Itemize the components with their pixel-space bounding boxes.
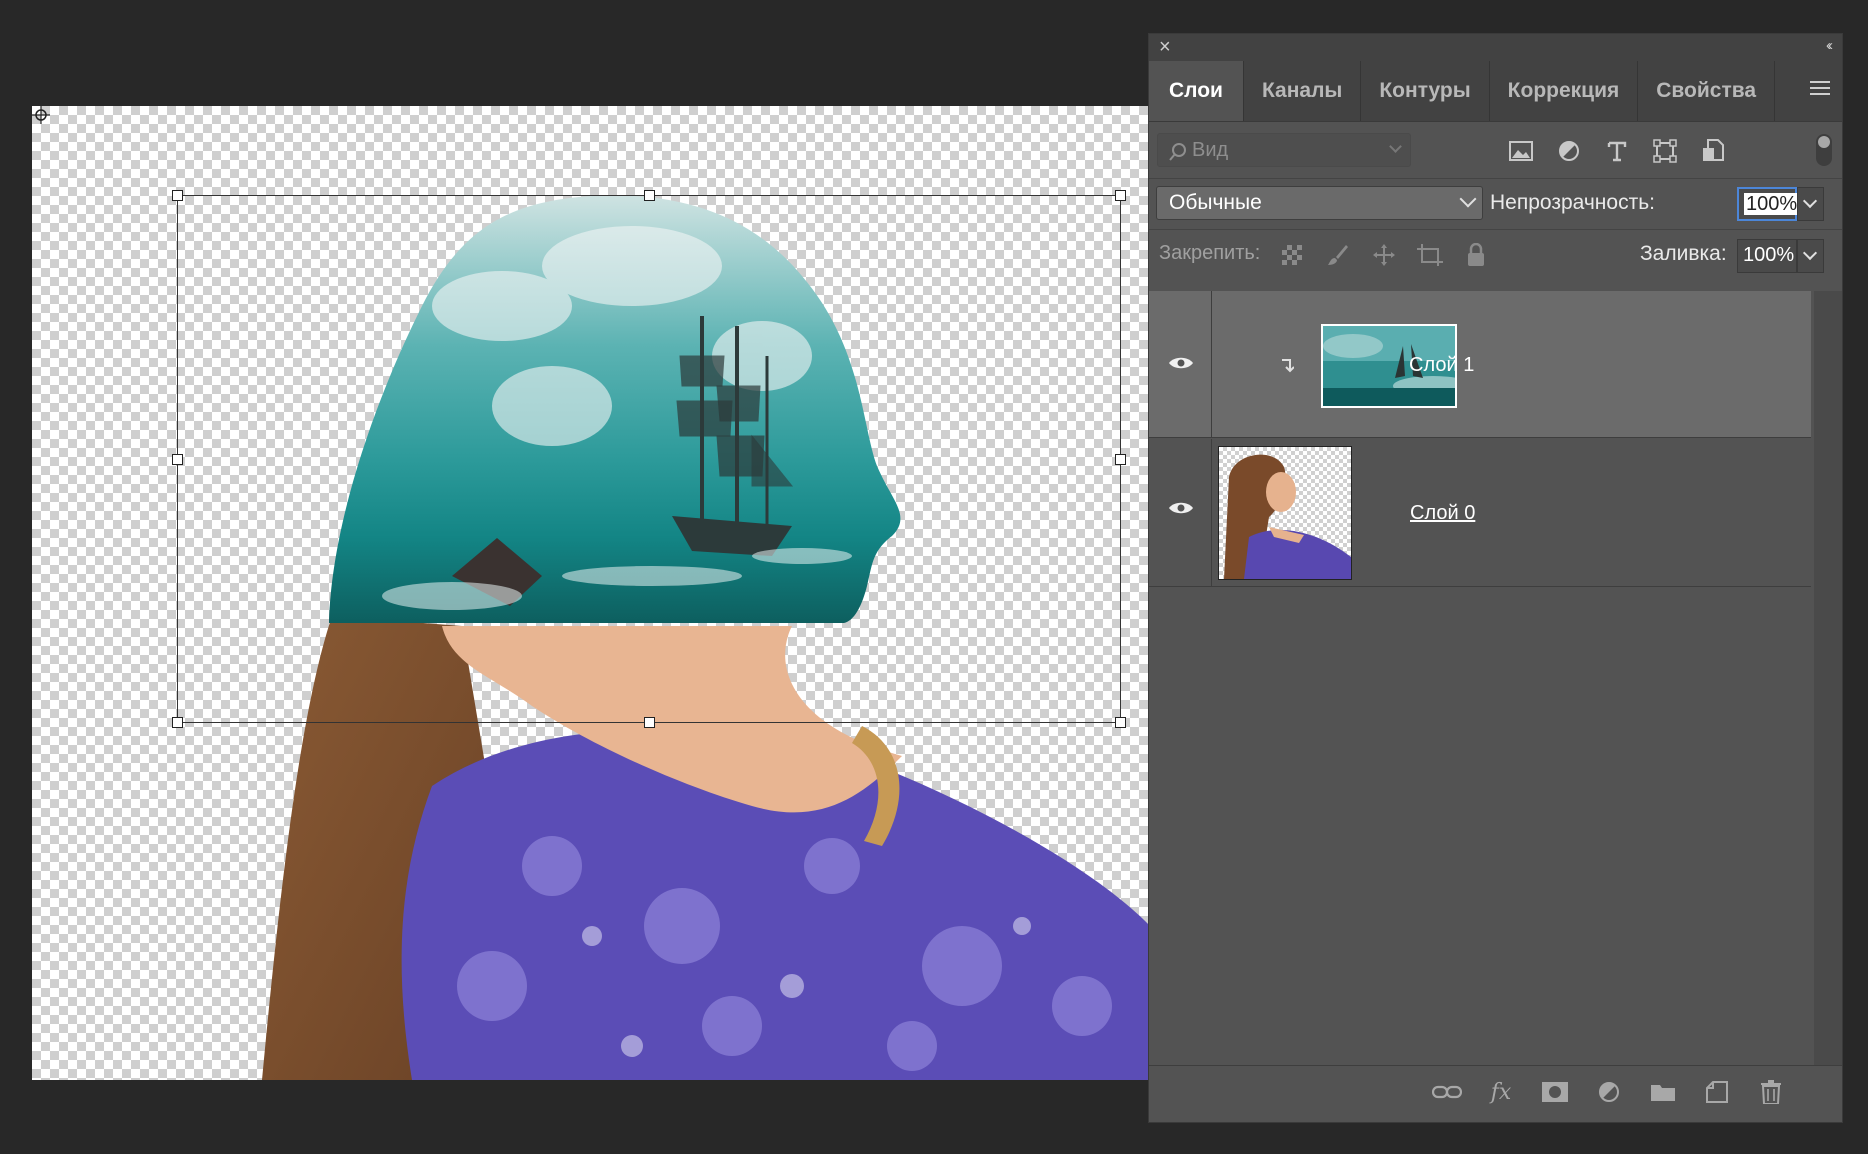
- blend-row: Обычные Непрозрачность: 100%: [1149, 179, 1842, 229]
- layer-row[interactable]: Слой 1: [1149, 291, 1811, 438]
- transform-handle-bottom-left[interactable]: [172, 717, 183, 728]
- blend-mode-value: Обычные: [1169, 191, 1262, 214]
- transform-handle-bottom-right[interactable]: [1115, 717, 1126, 728]
- chevron-down-icon: [1389, 140, 1402, 153]
- document-canvas[interactable]: [32, 106, 1150, 1080]
- transform-handle-left[interactable]: [172, 454, 183, 465]
- tab-properties[interactable]: Свойства: [1638, 61, 1776, 121]
- chevron-down-icon: [1802, 193, 1818, 209]
- opacity-value: 100%: [1744, 193, 1800, 215]
- lock-row: Закрепить: Заливка: 100%: [1149, 230, 1842, 288]
- smart-object-filter-icon[interactable]: [1696, 136, 1730, 166]
- clipping-arrow-icon: [1282, 359, 1294, 373]
- lock-icons: [1275, 239, 1493, 271]
- layer-name: Слой 1: [1409, 354, 1475, 376]
- layers-panel: × ‹‹ Слои Каналы Контуры Коррекция Свойс…: [1148, 33, 1843, 1123]
- close-icon[interactable]: ×: [1159, 36, 1171, 59]
- trash-icon[interactable]: [1752, 1074, 1790, 1110]
- fill-input[interactable]: 100%: [1737, 239, 1797, 273]
- chevron-down-icon: [1459, 190, 1477, 208]
- lock-label: Закрепить:: [1159, 242, 1261, 264]
- search-icon: [1169, 143, 1186, 161]
- lock-artboard-icon[interactable]: [1413, 239, 1447, 271]
- transform-handle-right[interactable]: [1115, 454, 1126, 465]
- layers-scrollbar[interactable]: [1814, 291, 1842, 1068]
- transform-bounding-box[interactable]: [177, 195, 1121, 723]
- lock-all-icon[interactable]: [1459, 239, 1493, 271]
- portrait-thumbnail: [1224, 454, 1351, 579]
- fill-label: Заливка:: [1640, 242, 1727, 265]
- tab-channels[interactable]: Каналы: [1244, 61, 1362, 121]
- filter-toggle[interactable]: [1816, 134, 1832, 166]
- tab-adjustments[interactable]: Коррекция: [1490, 61, 1639, 121]
- layers-bottom-toolbar: fx: [1149, 1065, 1842, 1122]
- tab-layers[interactable]: Слои: [1149, 61, 1244, 121]
- collapse-panel-icon[interactable]: ‹‹: [1826, 37, 1833, 54]
- chevron-down-icon: [1802, 245, 1818, 261]
- type-filter-icon[interactable]: [1600, 136, 1634, 166]
- layer-thumbnail[interactable]: [1218, 446, 1352, 580]
- bottom-icons: fx: [1428, 1074, 1790, 1110]
- panel-menu-icon[interactable]: [1810, 81, 1830, 99]
- image-filter-icon[interactable]: [1504, 136, 1538, 166]
- visibility-column: [1149, 291, 1212, 437]
- folder-icon[interactable]: [1644, 1074, 1682, 1110]
- shape-filter-icon[interactable]: [1648, 136, 1682, 166]
- new-layer-icon[interactable]: [1698, 1074, 1736, 1110]
- opacity-label: Непрозрачность:: [1490, 191, 1655, 214]
- layer-row[interactable]: Слой 0: [1149, 439, 1811, 587]
- fx-icon[interactable]: fx: [1482, 1074, 1520, 1110]
- lock-transparent-pixels-icon[interactable]: [1275, 239, 1309, 271]
- panel-tabs: Слои Каналы Контуры Коррекция Свойства: [1149, 61, 1842, 122]
- opacity-input[interactable]: 100%: [1737, 187, 1800, 221]
- lock-image-pixels-icon[interactable]: [1321, 239, 1355, 271]
- layers-list: Слой 1 Слой 0: [1149, 291, 1811, 1068]
- eye-icon[interactable]: [1168, 501, 1194, 515]
- layer-name: Слой 0: [1410, 502, 1476, 524]
- panel-titlebar: × ‹‹: [1149, 34, 1842, 61]
- layer-kind-filter[interactable]: Вид: [1157, 133, 1411, 167]
- blend-mode-select[interactable]: Обычные: [1156, 186, 1483, 220]
- transform-handle-bottom[interactable]: [644, 717, 655, 728]
- adjustment-layer-icon[interactable]: [1590, 1074, 1628, 1110]
- fill-value: 100%: [1743, 244, 1795, 266]
- visibility-column: [1149, 439, 1212, 586]
- lock-position-icon[interactable]: [1367, 239, 1401, 271]
- transform-handle-top[interactable]: [644, 190, 655, 201]
- mask-icon[interactable]: [1536, 1074, 1574, 1110]
- opacity-dropdown-button[interactable]: [1797, 187, 1824, 221]
- eye-icon[interactable]: [1168, 356, 1194, 370]
- fill-dropdown-button[interactable]: [1797, 239, 1824, 273]
- tab-paths[interactable]: Контуры: [1361, 61, 1490, 121]
- transform-handle-top-left[interactable]: [172, 190, 183, 201]
- layer-filter-row: Вид: [1149, 122, 1842, 178]
- filter-label: Вид: [1192, 139, 1229, 161]
- adjustment-filter-icon[interactable]: [1552, 136, 1586, 166]
- transform-handle-top-right[interactable]: [1115, 190, 1126, 201]
- transform-pivot-icon[interactable]: [32, 106, 50, 124]
- filter-kind-icons: [1504, 136, 1730, 166]
- link-icon[interactable]: [1428, 1074, 1466, 1110]
